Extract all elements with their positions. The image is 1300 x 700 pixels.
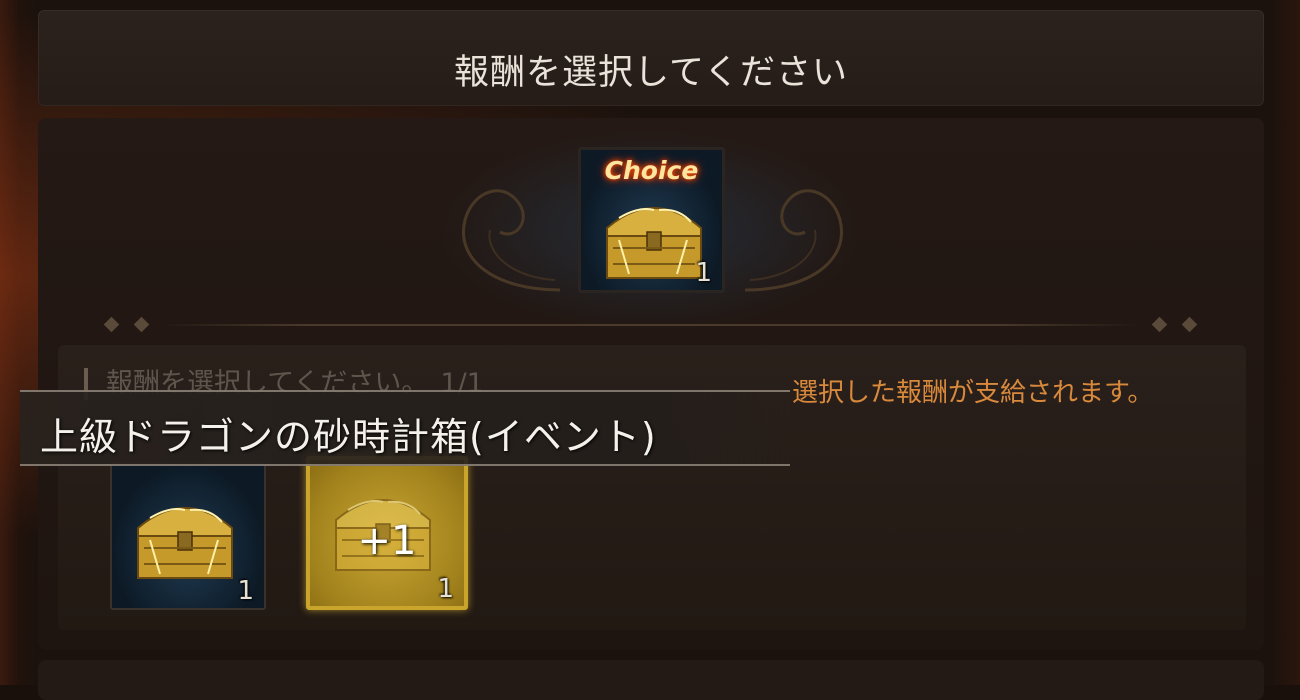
ornament-left-icon xyxy=(462,189,561,292)
divider-ornament xyxy=(1151,316,1168,333)
dialog-header: 報酬を選択してください xyxy=(38,10,1264,106)
reward-slot-1[interactable]: 1 xyxy=(110,462,266,610)
selection-note: 選択した報酬が支給されます。 xyxy=(792,378,1154,408)
item-name: 上級ドラゴンの砂時計箱(イベント) xyxy=(40,415,657,459)
treasure-chest-icon xyxy=(137,507,233,579)
item-count: 1 xyxy=(237,576,254,606)
dialog-title: 報酬を選択してください xyxy=(454,53,848,93)
item-count: 1 xyxy=(437,574,454,604)
ornament-right-icon xyxy=(744,189,843,292)
reward-slot-2-selected[interactable]: +1 1 xyxy=(306,456,468,610)
section-divider xyxy=(100,316,1200,333)
quantity-overlay: +1 xyxy=(357,518,417,564)
item-count: 1 xyxy=(695,258,712,288)
choice-reward-icon[interactable]: Choice 1 xyxy=(578,147,725,293)
divider-ornament xyxy=(133,316,150,333)
item-name-tooltip: 上級ドラゴンの砂時計箱(イベント) xyxy=(20,390,790,466)
choice-badge: Choice xyxy=(604,156,699,185)
bottom-panel xyxy=(38,660,1264,700)
treasure-chest-icon xyxy=(606,207,702,279)
divider-ornament xyxy=(103,316,120,333)
divider-ornament xyxy=(1181,316,1198,333)
